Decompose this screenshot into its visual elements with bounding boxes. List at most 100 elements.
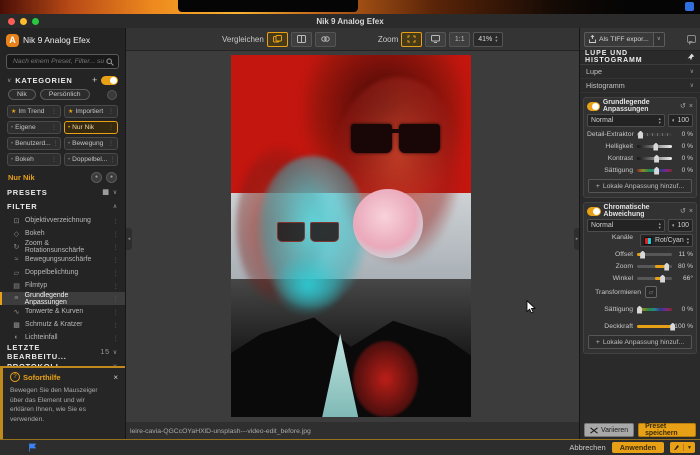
slider-handle[interactable] — [640, 251, 645, 259]
category-bewegung[interactable]: •Bewegung⋮ — [64, 137, 118, 150]
chromatic-opacity-button[interactable]: ◐ 100 — [668, 219, 693, 232]
filter-filmtyp[interactable]: ▤Filmtyp⋮ — [0, 279, 125, 292]
tab-nik[interactable]: Nik — [8, 89, 36, 100]
opacity-slider[interactable]: Deckkraft 100 % — [587, 321, 693, 332]
filter-doppelbelichtung[interactable]: ▱Doppelbelichtung⋮ — [0, 266, 125, 279]
filter-zoom-rotationsunschaerfe[interactable]: ↻Zoom & Rotationsunschärfe⋮ — [0, 240, 125, 253]
chromatic-aberration-toggle[interactable] — [587, 207, 601, 216]
slider-handle[interactable] — [653, 143, 658, 151]
filter-header[interactable]: FILTER ∧ — [0, 199, 125, 213]
photo-anaglyph-portrait[interactable] — [231, 55, 471, 417]
reset-icon[interactable]: ↺ — [680, 102, 686, 110]
kebab-menu-icon[interactable]: ⋮ — [51, 108, 57, 115]
slider-handle[interactable] — [638, 131, 643, 139]
kebab-menu-icon[interactable]: ⋮ — [113, 282, 120, 290]
image-canvas[interactable]: ◂ ▸ — [126, 50, 580, 422]
add-category-icon[interactable]: + — [92, 76, 98, 85]
loupe-section-row[interactable]: Lupe ∨ — [580, 65, 700, 79]
kebab-menu-icon[interactable]: ⋮ — [51, 124, 57, 131]
search-input[interactable] — [11, 57, 106, 66]
filter-bokeh[interactable]: ◇Bokeh⋮ — [0, 227, 125, 240]
kebab-menu-icon[interactable]: ⋮ — [113, 334, 120, 342]
basic-blend-mode-select[interactable]: Normal ▴▾ — [587, 114, 665, 127]
categories-header[interactable]: ∨ KATEGORIEN + — [0, 73, 125, 87]
compare-toggle-button[interactable] — [267, 32, 288, 47]
kebab-menu-icon[interactable]: ⋮ — [109, 156, 115, 163]
slider-handle[interactable] — [654, 167, 659, 175]
category-options-button[interactable] — [107, 90, 117, 100]
stepper-icon[interactable]: ▴▾ — [495, 35, 497, 43]
kebab-menu-icon[interactable]: ⋮ — [113, 256, 120, 264]
category-eigene[interactable]: •Eigene⋮ — [7, 121, 61, 134]
kebab-menu-icon[interactable]: ⋮ — [113, 217, 120, 225]
categories-toggle[interactable] — [101, 76, 118, 85]
kebab-menu-icon[interactable]: ⋮ — [113, 295, 120, 303]
kebab-menu-icon[interactable]: ⋮ — [108, 140, 114, 147]
preset-search[interactable] — [6, 54, 119, 69]
basic-add-local-adjustment-button[interactable]: + Lokale Anpassung hinzuf... — [588, 179, 692, 193]
kebab-menu-icon[interactable]: ⋮ — [113, 243, 120, 251]
filter-bewegungsunschaerfe[interactable]: ≈Bewegungsunschärfe⋮ — [0, 253, 125, 266]
presets-header[interactable]: PRESETS ▦ ∨ — [0, 185, 125, 199]
kebab-menu-icon[interactable]: ⋮ — [113, 308, 120, 316]
filter-grundlegende-anpassungen[interactable]: ≡Grundlegende Anpassungen⋮ — [0, 292, 125, 305]
save-preset-button[interactable]: Preset speichern — [638, 423, 696, 437]
basic-adjustments-toggle[interactable] — [587, 102, 600, 111]
chromatic-blend-mode-select[interactable]: Normal ▴▾ — [587, 219, 665, 232]
kebab-menu-icon[interactable]: ⋮ — [53, 140, 59, 147]
close-icon[interactable]: × — [113, 373, 118, 382]
slider-handle[interactable] — [660, 275, 665, 283]
cancel-button[interactable]: Abbrechen — [569, 443, 605, 452]
reset-icon[interactable]: ↺ — [680, 207, 686, 215]
split-view-button[interactable] — [291, 32, 312, 47]
zoom-level-select[interactable]: 41% ▴▾ — [473, 32, 502, 47]
filter-tonwerte-kurven[interactable]: ∿Tonwerte & Kurven⋮ — [0, 305, 125, 318]
zoom-fit-button[interactable] — [401, 32, 422, 47]
category-importiert[interactable]: ★Importiert⋮ — [64, 105, 118, 118]
apply-button[interactable]: Anwenden — [612, 442, 664, 453]
vary-button[interactable]: Variieren — [584, 423, 634, 437]
flag-icon[interactable] — [28, 443, 37, 452]
channels-select[interactable]: Rot/Cyan ▴▾ — [640, 234, 693, 247]
category-doppelbelichtung[interactable]: •Doppelbel...⋮ — [64, 153, 118, 166]
apply-options-split-button[interactable]: ▼ — [670, 442, 695, 453]
chevron-down-icon[interactable]: ∨ — [653, 33, 664, 46]
category-bokeh[interactable]: •Bokeh⋮ — [7, 153, 61, 166]
nav-back-button[interactable]: ● — [91, 172, 102, 183]
kebab-menu-icon[interactable]: ⋮ — [113, 230, 120, 238]
tab-persoenlich[interactable]: Persönlich — [40, 89, 90, 100]
kebab-menu-icon[interactable]: ⋮ — [108, 124, 114, 131]
collapse-left-panel-handle[interactable]: ◂ — [126, 228, 132, 250]
category-nur-nik[interactable]: •Nur Nik⋮ — [64, 121, 118, 134]
detail-extractor-slider[interactable]: Detail-Extraktor 0 % — [587, 129, 693, 140]
saturation-slider[interactable]: Sättigung 0 % — [587, 165, 693, 176]
pin-icon[interactable] — [687, 53, 695, 61]
zoom-slider[interactable]: Zoom 80 % — [587, 261, 693, 272]
transform-button[interactable]: ▱ — [645, 286, 657, 298]
chromatic-add-local-adjustment-button[interactable]: + Lokale Anpassung hinzuf... — [588, 335, 692, 349]
histogram-section-row[interactable]: Histogramm ∨ — [580, 79, 700, 93]
offset-slider[interactable]: Offset 11 % — [587, 249, 693, 260]
basic-opacity-button[interactable]: ◐ 100 — [668, 114, 693, 127]
close-icon[interactable]: × — [689, 103, 693, 110]
angle-slider[interactable]: Winkel 66° — [587, 273, 693, 284]
slider-handle[interactable] — [654, 155, 659, 163]
feedback-bubble-icon[interactable] — [687, 35, 696, 43]
chromatic-saturation-slider[interactable]: Sättigung 0 % — [587, 304, 693, 315]
close-icon[interactable]: × — [689, 208, 693, 215]
kebab-menu-icon[interactable]: ⋮ — [51, 156, 57, 163]
category-im-trend[interactable]: ★Im Trend⋮ — [7, 105, 61, 118]
brightness-slider[interactable]: Helligkeit 0 % — [587, 141, 693, 152]
kebab-menu-icon[interactable]: ⋮ — [113, 269, 120, 277]
category-benutzerdefiniert[interactable]: •Benutzerd...⋮ — [7, 137, 61, 150]
kebab-menu-icon[interactable]: ⋮ — [113, 321, 120, 329]
filter-objektivverzeichnung[interactable]: ⊡Objektivverzeichnung⋮ — [0, 214, 125, 227]
slider-handle[interactable] — [637, 306, 642, 314]
grid-view-icon[interactable]: ▦ — [102, 188, 109, 196]
recent-edits-header[interactable]: LETZTE BEARBEITU... 15 ∨ — [0, 345, 125, 359]
menubar-app-icon[interactable] — [685, 2, 694, 11]
filter-schmutz-kratzer[interactable]: ▩Schmutz & Kratzer⋮ — [0, 318, 125, 331]
slider-handle[interactable] — [664, 263, 669, 271]
export-button[interactable]: Als TIFF expor... ∨ — [584, 32, 665, 47]
kebab-menu-icon[interactable]: ⋮ — [108, 108, 114, 115]
